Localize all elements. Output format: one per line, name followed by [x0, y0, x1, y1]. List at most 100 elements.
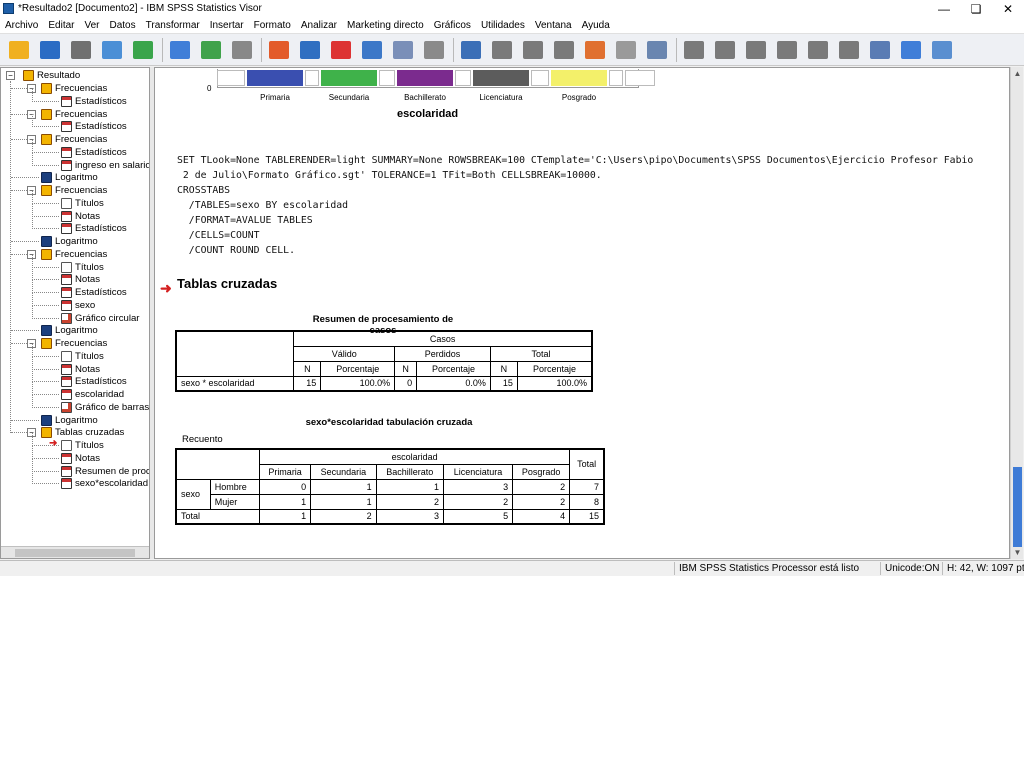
book-icon — [41, 134, 52, 145]
tree-item[interactable]: Logaritmo — [41, 235, 98, 248]
demote-button[interactable] — [520, 37, 546, 63]
tree-item[interactable]: Notas — [61, 452, 100, 465]
save-button[interactable] — [37, 37, 63, 63]
header-cell: Perdidos — [394, 345, 491, 362]
output-vertical-scrollbar[interactable]: ▲ ▼ — [1010, 67, 1023, 559]
tree-item[interactable]: Frecuencias — [41, 108, 107, 121]
legend-spacer — [609, 70, 623, 86]
data-cell: 3 — [375, 508, 444, 525]
tree-item[interactable]: Títulos — [61, 350, 104, 363]
tree-root[interactable]: Resultado — [23, 69, 80, 82]
tree-item[interactable]: Estadísticos — [61, 120, 127, 133]
outline-horizontal-scrollbar[interactable] — [1, 546, 149, 558]
menu-editar[interactable]: Editar — [43, 20, 79, 31]
tree-item[interactable]: Títulos — [61, 197, 104, 210]
promote-button[interactable] — [489, 37, 515, 63]
tree-item[interactable]: Frecuencias — [41, 82, 107, 95]
add-button[interactable] — [743, 37, 769, 63]
log-icon — [41, 325, 52, 337]
expand-button[interactable] — [644, 37, 670, 63]
close-button[interactable]: ✕ — [992, 0, 1024, 17]
menu-transformar[interactable]: Transformar — [141, 20, 205, 31]
scroll-up-icon[interactable]: ▲ — [1013, 69, 1022, 78]
open-button[interactable] — [6, 37, 32, 63]
variables-button[interactable] — [266, 37, 292, 63]
show-all-button[interactable] — [551, 37, 577, 63]
tree-item[interactable]: Estadísticos — [61, 286, 127, 299]
tree-item[interactable]: Títulos — [61, 439, 104, 452]
insert-text-button[interactable] — [929, 37, 955, 63]
menu-datos[interactable]: Datos — [105, 20, 141, 31]
menu-analizar[interactable]: Analizar — [296, 20, 342, 31]
insert-text-icon — [932, 40, 952, 59]
value-labels-button[interactable] — [390, 37, 416, 63]
header-cell: Bachillerato — [375, 463, 444, 480]
tree-item-label: Estadísticos — [75, 146, 127, 158]
menu-ver[interactable]: Ver — [79, 20, 104, 31]
tree-item[interactable]: Estadísticos — [61, 375, 127, 388]
menu-marketing-directo[interactable]: Marketing directo — [342, 20, 429, 31]
tree-item[interactable]: Logaritmo — [41, 414, 98, 427]
menu-ayuda[interactable]: Ayuda — [577, 20, 615, 31]
minimize-button[interactable]: — — [928, 0, 960, 17]
export-button[interactable] — [130, 37, 156, 63]
menu-ventana[interactable]: Ventana — [530, 20, 577, 31]
forward-button[interactable] — [712, 37, 738, 63]
legend-swatch-licenciatura — [473, 70, 529, 86]
case-button[interactable] — [297, 37, 323, 63]
tree-item[interactable]: Notas — [61, 363, 100, 376]
designate-window-button[interactable] — [458, 37, 484, 63]
restore-button[interactable]: ❏ — [960, 0, 992, 17]
hide-button[interactable] — [582, 37, 608, 63]
menu-gráficos[interactable]: Gráficos — [429, 20, 476, 31]
tree-item[interactable]: Gráfico circular — [61, 312, 140, 325]
redo-button[interactable] — [229, 37, 255, 63]
print-button[interactable] — [68, 37, 94, 63]
tree-root-label: Resultado — [37, 70, 81, 81]
menu-insertar[interactable]: Insertar — [205, 20, 249, 31]
tree-item[interactable]: Logaritmo — [41, 324, 98, 337]
remove-button[interactable] — [774, 37, 800, 63]
tree-item[interactable]: escolaridad — [61, 388, 124, 401]
select-cases-button[interactable] — [359, 37, 385, 63]
tree-item[interactable]: Notas — [61, 273, 100, 286]
tree-item[interactable]: Resumen de proc — [61, 465, 149, 478]
window-title: *Resultado2 [Documento2] - IBM SPSS Stat… — [18, 3, 262, 14]
insert-output-button[interactable] — [328, 37, 354, 63]
print-preview-button[interactable] — [99, 37, 125, 63]
data-cell: 1 — [310, 493, 377, 510]
tree-item[interactable]: sexo — [61, 299, 95, 312]
sets-button[interactable] — [421, 37, 447, 63]
menu-formato[interactable]: Formato — [249, 20, 296, 31]
menu-archivo[interactable]: Archivo — [0, 20, 43, 31]
tree-item[interactable]: sexo*escolaridad — [61, 477, 148, 490]
data-cell: 0 — [259, 478, 312, 495]
go-to-data-button[interactable] — [167, 37, 193, 63]
tree-item[interactable]: Frecuencias — [41, 184, 107, 197]
tree-item[interactable]: Estadísticos — [61, 95, 127, 108]
tree-item[interactable]: Frecuencias — [41, 248, 107, 261]
tree-item[interactable]: ingreso en salario — [61, 159, 149, 172]
tree-item[interactable]: Estadísticos — [61, 222, 127, 235]
data-cell: 4 — [512, 508, 571, 525]
collapse-icon[interactable]: − — [6, 71, 15, 80]
tree-item[interactable]: Gráfico de barras — [61, 401, 149, 414]
show-button[interactable] — [805, 37, 831, 63]
tree-item[interactable]: Estadísticos — [61, 146, 127, 159]
menu-utilidades[interactable]: Utilidades — [476, 20, 530, 31]
tree-item[interactable]: Notas — [61, 210, 100, 223]
tree-item[interactable]: Logaritmo — [41, 171, 98, 184]
scroll-down-icon[interactable]: ▼ — [1013, 548, 1022, 557]
insert-heading-button[interactable] — [867, 37, 893, 63]
scroll-thumb[interactable] — [1013, 467, 1022, 547]
tree-item[interactable]: Frecuencias — [41, 133, 107, 146]
insert-title-button[interactable] — [898, 37, 924, 63]
header-cell: N — [489, 360, 518, 377]
header-cell: Porcentaje — [320, 360, 396, 377]
hide-output-button[interactable] — [836, 37, 862, 63]
tree-item[interactable]: Títulos — [61, 261, 104, 274]
collapse-button[interactable] — [613, 37, 639, 63]
tree-item[interactable]: Frecuencias — [41, 337, 107, 350]
undo-button[interactable] — [198, 37, 224, 63]
back-button[interactable] — [681, 37, 707, 63]
